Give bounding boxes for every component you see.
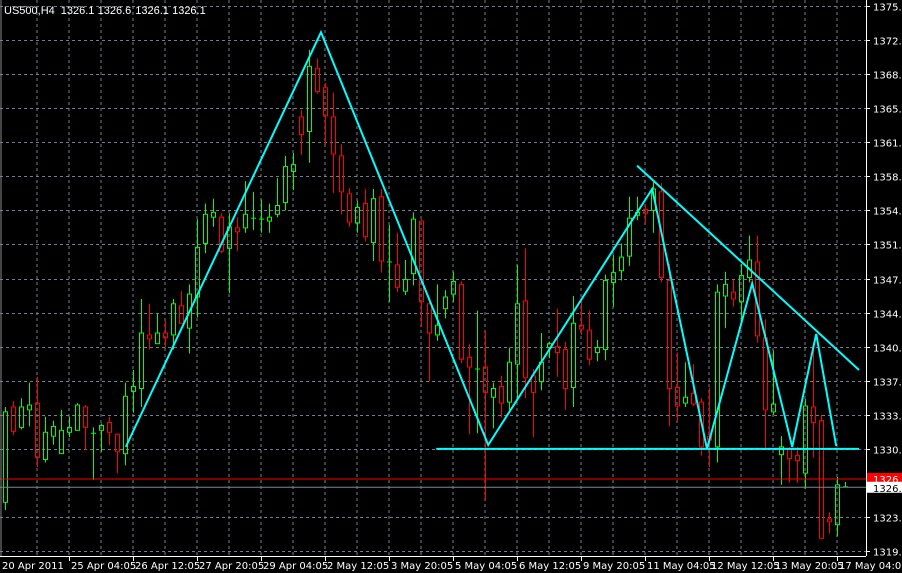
low-value: 1326.1 bbox=[135, 5, 169, 17]
price-tick-label: 1347.5 bbox=[873, 276, 902, 287]
time-tick-label: 9 May 20:05 bbox=[583, 561, 645, 572]
price-tick-label: 1354.5 bbox=[873, 207, 902, 218]
price-tick-label: 1351.0 bbox=[873, 241, 902, 252]
price-tick-label: 1358.0 bbox=[873, 173, 902, 184]
time-tick-label: 27 Apr 20:05 bbox=[199, 561, 264, 572]
price-chart[interactable]: 1375.5 1372.0 1368.5 1365.0 1361.5 1358.0 1354… bbox=[0, 0, 902, 573]
time-tick-label: 5 May 04:05 bbox=[455, 561, 517, 572]
time-tick-label: 29 Apr 04:05 bbox=[263, 561, 328, 572]
price-tick-label: 1361.5 bbox=[873, 139, 902, 150]
chart-header: US500,H4 1326.1 1326.6 1326.1 1326.1 bbox=[4, 5, 206, 17]
time-tick-label: 11 May 04:05 bbox=[647, 561, 716, 572]
price-tick-label: 1372.0 bbox=[873, 37, 902, 48]
price-tick-label: 1368.5 bbox=[873, 71, 902, 82]
time-tick-label: 25 Apr 04:05 bbox=[71, 561, 136, 572]
high-value: 1326.6 bbox=[98, 5, 132, 17]
price-tick-label: 1333.5 bbox=[873, 412, 902, 423]
price-tick-label: 1340.5 bbox=[873, 344, 902, 355]
time-tick-label: 20 Apr 2011 bbox=[2, 561, 64, 572]
bid-price-label: 1326.1 bbox=[873, 484, 902, 495]
price-tick-label: 1337.0 bbox=[873, 378, 902, 389]
price-tick-label: 1375.5 bbox=[873, 3, 902, 14]
time-tick-label: 3 May 20:05 bbox=[391, 561, 453, 572]
time-tick-label: 6 May 12:05 bbox=[519, 561, 581, 572]
time-tick-label: 26 Apr 12:05 bbox=[135, 561, 200, 572]
time-tick-label: 2 May 12:05 bbox=[327, 561, 389, 572]
symbol-label: US500,H4 bbox=[4, 5, 55, 17]
price-tick-label: 1330.0 bbox=[873, 446, 902, 457]
price-tick-label: 1323.0 bbox=[873, 514, 902, 525]
time-tick-label: 12 May 12:05 bbox=[711, 561, 780, 572]
open-value: 1326.1 bbox=[61, 5, 95, 17]
price-tick-label: 1319.5 bbox=[873, 548, 902, 559]
time-tick-label: 13 May 20:05 bbox=[775, 561, 844, 572]
close-value: 1326.1 bbox=[172, 5, 206, 17]
price-tick-label: 1344.0 bbox=[873, 310, 902, 321]
price-tick-label: 1365.0 bbox=[873, 105, 902, 116]
time-tick-label: 17 May 04:05 bbox=[839, 561, 902, 572]
